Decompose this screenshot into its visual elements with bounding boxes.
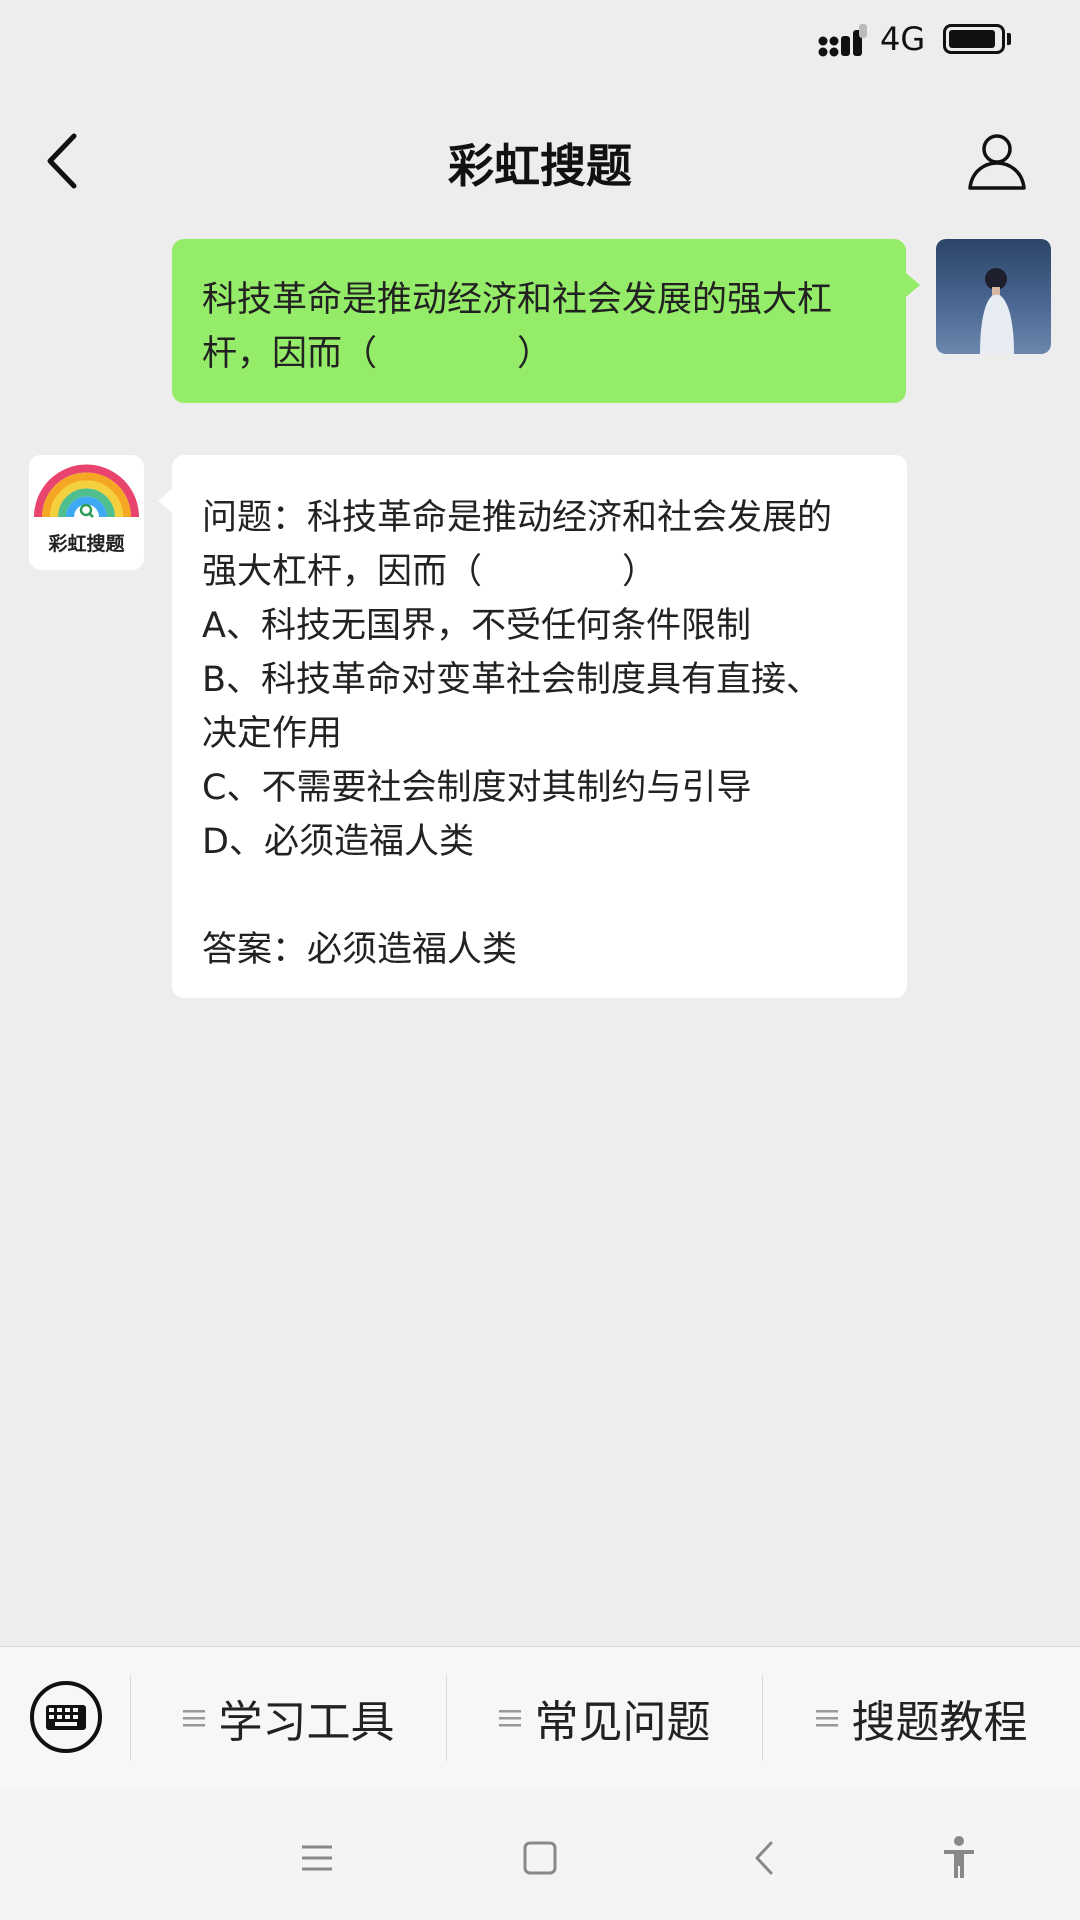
accessibility-icon[interactable]: [934, 1833, 984, 1883]
option-b: B、科技革命对变革社会制度具有直接、: [202, 660, 822, 700]
option-b-continued: 决定作用: [202, 714, 343, 754]
nav-bar: 彩虹搜题: [0, 100, 1080, 220]
user-avatar[interactable]: [936, 239, 1051, 354]
system-nav-bar: [0, 1789, 1080, 1920]
bot-message-line: 问题：科技革命是推动经济和社会发展的: [202, 498, 833, 538]
user-message-bubble[interactable]: 科技革命是推动经济和社会发展的强大杠 杆，因而（ ）: [172, 239, 920, 403]
battery-icon: [943, 24, 1005, 54]
menu-item-faq[interactable]: 常见问题: [447, 1647, 762, 1789]
home-icon[interactable]: [515, 1833, 565, 1883]
menu-item-label: 搜题教程: [851, 1697, 1028, 1748]
menu-item-label: 常见问题: [534, 1697, 711, 1748]
menu-lines-icon: [182, 1710, 205, 1727]
bot-avatar[interactable]: 彩虹搜题: [29, 455, 144, 570]
answer-line: 答案：必须造福人类: [202, 930, 518, 970]
page-title: 彩虹搜题: [448, 139, 632, 193]
profile-icon[interactable]: [966, 130, 1028, 192]
user-message-line: 杆，因而（ ）: [202, 334, 553, 374]
system-back-icon[interactable]: [741, 1833, 791, 1883]
battery-level: [949, 30, 995, 48]
recent-apps-icon[interactable]: [292, 1833, 342, 1883]
user-avatar-photo: [936, 239, 1051, 354]
option-c: C、不需要社会制度对其制约与引导: [202, 768, 752, 808]
menu-item-study-tools[interactable]: 学习工具: [131, 1647, 446, 1789]
network-type-label: 4G: [880, 20, 926, 58]
bot-message-line: 强大杠杆，因而（ ）: [202, 552, 658, 592]
signal-icon: [818, 24, 867, 57]
bot-avatar-label: 彩虹搜题: [48, 533, 125, 555]
keyboard-icon[interactable]: [29, 1680, 103, 1754]
menu-lines-icon: [815, 1710, 838, 1727]
user-message-line: 科技革命是推动经济和社会发展的强大杠: [202, 280, 833, 320]
bot-message-bubble[interactable]: 问题：科技革命是推动经济和社会发展的 强大杠杆，因而（ ） A、科技无国界，不受…: [158, 455, 907, 998]
menu-lines-icon: [498, 1710, 521, 1727]
bottom-menu-bar: 学习工具 常见问题 搜题教程: [0, 1646, 1080, 1790]
option-a: A、科技无国界，不受任何条件限制: [202, 606, 751, 646]
status-bar: 4G: [0, 0, 1080, 80]
menu-item-search-tutorial[interactable]: 搜题教程: [763, 1647, 1080, 1789]
option-d: D、必须造福人类: [202, 822, 474, 862]
menu-item-label: 学习工具: [218, 1697, 395, 1748]
battery-tip: [1007, 33, 1011, 45]
